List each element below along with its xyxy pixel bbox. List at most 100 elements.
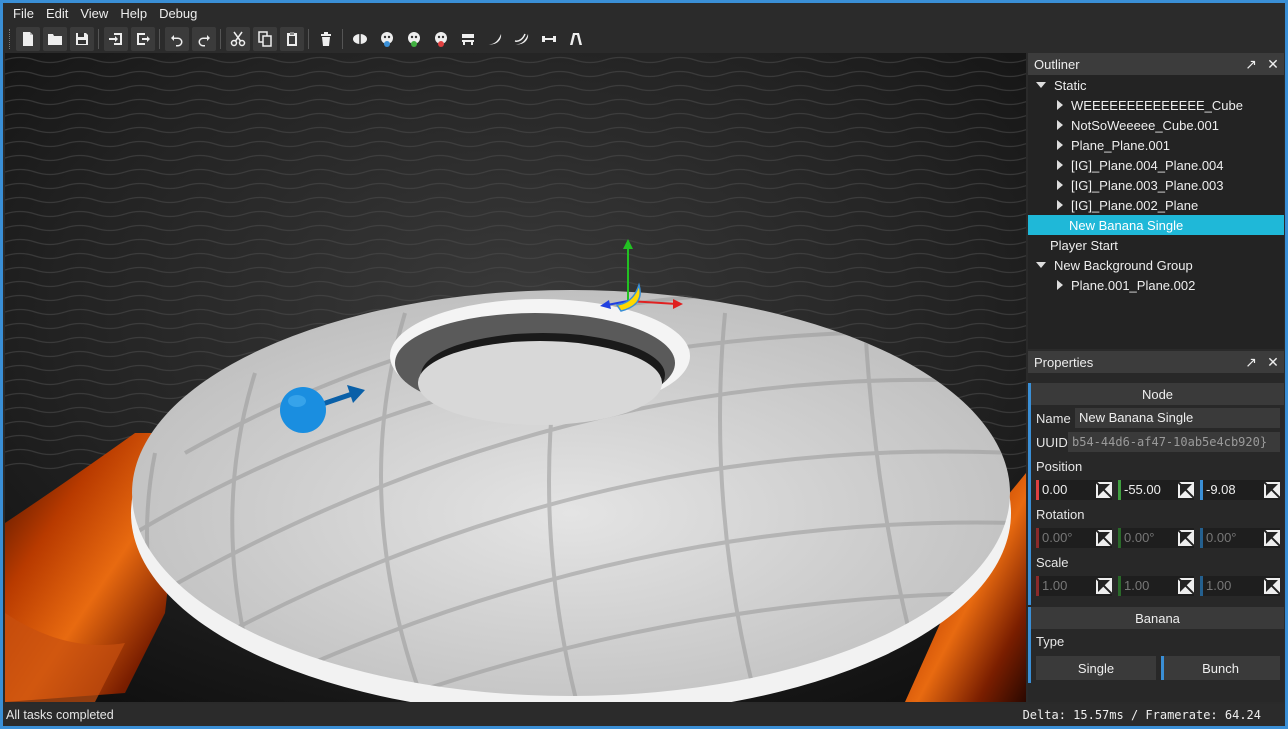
monkey-blue-icon (380, 32, 393, 47)
add-wormhole-button[interactable] (564, 27, 588, 51)
cut-button[interactable] (225, 27, 250, 51)
properties-panel: Node Name New Banana Single UUID b54-44d… (1028, 373, 1284, 702)
tree-item[interactable]: NotSoWeeeee_Cube.001 (1028, 115, 1284, 135)
monkey-green-icon (407, 32, 420, 47)
goal-icon (461, 34, 474, 45)
add-goal-button[interactable] (456, 27, 480, 51)
status-bar: All tasks completed Delta: 15.57ms / Fra… (3, 704, 1285, 726)
chevron-right-icon[interactable] (1057, 160, 1063, 170)
chevron-down-icon[interactable] (1036, 82, 1046, 88)
tree-item[interactable]: Plane_Plane.001 (1028, 135, 1284, 155)
new-file-button[interactable] (15, 27, 40, 51)
monkey-red-icon (434, 32, 447, 47)
3d-viewport[interactable] (5, 53, 1026, 702)
scissors-icon (230, 31, 245, 47)
paste-button[interactable] (279, 27, 304, 51)
close-icon[interactable]: ✕ (1262, 351, 1284, 373)
rotation-y-field[interactable]: 0.00° (1118, 528, 1194, 548)
type-bunch-button[interactable]: Bunch (1161, 656, 1280, 680)
position-z-field[interactable]: -9.08 (1200, 480, 1280, 500)
tree-item-static[interactable]: Static (1028, 75, 1284, 95)
new-file-icon (22, 32, 33, 46)
tree-item[interactable]: WEEEEEEEEEEEEEE_Cube (1028, 95, 1284, 115)
scene-render (5, 53, 1026, 702)
close-icon[interactable]: ✕ (1262, 53, 1284, 75)
reset-icon[interactable] (1264, 530, 1280, 546)
chevron-right-icon[interactable] (1057, 100, 1063, 110)
toolbar-grip[interactable] (9, 29, 12, 49)
menu-debug[interactable]: Debug (153, 3, 203, 25)
reset-icon[interactable] (1178, 482, 1194, 498)
tree-item-player-start[interactable]: Player Start (1028, 235, 1284, 255)
clipboard-icon (286, 32, 297, 46)
scale-y-field[interactable]: 1.00 (1118, 576, 1194, 596)
folder-icon (47, 34, 62, 45)
tree-item-selected[interactable]: New Banana Single (1028, 215, 1284, 235)
undock-icon[interactable]: ↗ (1240, 351, 1262, 373)
chevron-right-icon[interactable] (1057, 180, 1063, 190)
delete-button[interactable] (314, 27, 338, 51)
add-player-red-button[interactable] (429, 27, 453, 51)
mesh-icon (352, 34, 367, 44)
reset-icon[interactable] (1264, 578, 1280, 594)
menu-file[interactable]: File (3, 3, 40, 25)
toolbar-separator (308, 29, 309, 49)
add-banana-button[interactable] (483, 27, 507, 51)
uuid-label: UUID (1036, 435, 1068, 450)
outliner-title: Outliner (1034, 56, 1080, 72)
save-button[interactable] (69, 27, 94, 51)
type-label: Type (1036, 634, 1065, 649)
section-accent (1028, 383, 1031, 605)
chevron-down-icon[interactable] (1036, 262, 1046, 268)
undock-icon[interactable]: ↗ (1240, 53, 1262, 75)
tree-item[interactable]: [IG]_Plane.004_Plane.004 (1028, 155, 1284, 175)
add-bumper-button[interactable] (537, 27, 561, 51)
scale-x-field[interactable]: 1.00 (1036, 576, 1112, 596)
tree-item-background-group[interactable]: New Background Group (1028, 255, 1284, 275)
import-button[interactable] (103, 27, 128, 51)
reset-icon[interactable] (1096, 530, 1112, 546)
chevron-right-icon[interactable] (1057, 120, 1063, 130)
name-field[interactable]: New Banana Single (1075, 408, 1280, 428)
tree-item[interactable]: Plane.001_Plane.002 (1028, 275, 1284, 295)
scale-label: Scale (1036, 555, 1069, 570)
reset-icon[interactable] (1178, 530, 1194, 546)
chevron-right-icon[interactable] (1057, 280, 1063, 290)
redo-button[interactable] (191, 27, 216, 51)
properties-title: Properties (1034, 354, 1094, 370)
open-folder-button[interactable] (42, 27, 67, 51)
add-banana-bunch-button[interactable] (510, 27, 534, 51)
tree-item[interactable]: [IG]_Plane.003_Plane.003 (1028, 175, 1284, 195)
rotation-x-field[interactable]: 0.00° (1036, 528, 1112, 548)
position-label: Position (1036, 459, 1083, 474)
add-player-blue-button[interactable] (375, 27, 399, 51)
export-button[interactable] (130, 27, 155, 51)
copy-button[interactable] (252, 27, 277, 51)
rotation-z-field[interactable]: 0.00° (1200, 528, 1280, 548)
reset-icon[interactable] (1264, 482, 1280, 498)
uuid-field[interactable]: b54-44d6-af47-10ab5e4cb920} (1068, 432, 1280, 452)
position-y-field[interactable]: -55.00 (1118, 480, 1194, 500)
undo-button[interactable] (164, 27, 189, 51)
menu-edit[interactable]: Edit (40, 3, 74, 25)
scale-z-field[interactable]: 1.00 (1200, 576, 1280, 596)
chevron-right-icon[interactable] (1057, 140, 1063, 150)
save-icon (75, 33, 88, 45)
node-section-header[interactable]: Node (1028, 383, 1284, 405)
framerate-readout: Delta: 15.57ms / Framerate: 64.24 (1022, 708, 1261, 722)
type-single-button[interactable]: Single (1036, 656, 1156, 680)
banana-section-header[interactable]: Banana (1028, 607, 1284, 629)
reset-icon[interactable] (1096, 578, 1112, 594)
position-x-field[interactable]: 0.00 (1036, 480, 1112, 500)
banana-bunch-icon (514, 33, 528, 45)
tree-item[interactable]: [IG]_Plane.002_Plane (1028, 195, 1284, 215)
reset-icon[interactable] (1178, 578, 1194, 594)
name-label: Name (1036, 411, 1071, 426)
add-player-green-button[interactable] (402, 27, 426, 51)
menu-view[interactable]: View (74, 3, 114, 25)
menu-bar: File Edit View Help Debug (3, 3, 1285, 25)
add-static-mesh-button[interactable] (348, 27, 372, 51)
reset-icon[interactable] (1096, 482, 1112, 498)
chevron-right-icon[interactable] (1057, 200, 1063, 210)
menu-help[interactable]: Help (114, 3, 153, 25)
